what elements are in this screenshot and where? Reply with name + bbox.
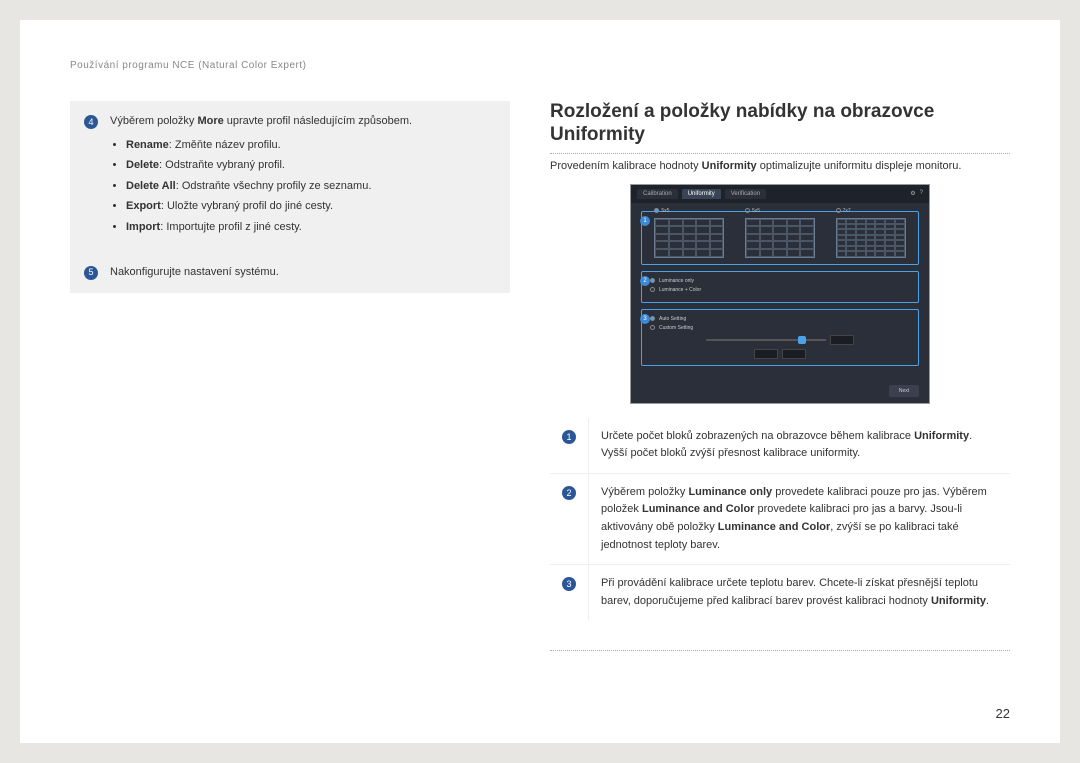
step-5-text: Nakonfigurujte nastavení systému. bbox=[110, 264, 496, 282]
step-4-box: 4 Výběrem položky More upravte profil ná… bbox=[70, 101, 510, 252]
section-intro: Provedením kalibrace hodnoty Uniformity … bbox=[550, 160, 1010, 172]
screenshot-section-3: 3 Auto Setting Custom Setting bbox=[641, 309, 919, 366]
screenshot-body: 1 5x5 5x5 bbox=[631, 203, 929, 380]
callout-1: 1 bbox=[640, 216, 650, 226]
screenshot-container: Calibration Uniformity Verification ⚙ ? … bbox=[550, 184, 1010, 404]
next-button: Next bbox=[889, 385, 919, 397]
callout-2: 2 bbox=[640, 276, 650, 286]
slider bbox=[706, 339, 826, 341]
description-table: 1 Určete počet bloků zobrazených na obra… bbox=[550, 418, 1010, 621]
screenshot-section-2: 2 Luminance only Luminance + Color bbox=[641, 271, 919, 303]
left-column: 4 Výběrem položky More upravte profil ná… bbox=[70, 101, 510, 713]
grid-7x7 bbox=[836, 218, 906, 258]
section-title: Rozložení a položky nabídky na obrazovce… bbox=[550, 101, 1010, 154]
right-column: Rozložení a položky nabídky na obrazovce… bbox=[550, 101, 1010, 713]
step4-intro-pre: Výběrem položky bbox=[110, 115, 197, 127]
two-column-layout: 4 Výběrem položky More upravte profil ná… bbox=[70, 101, 1010, 713]
screenshot-section-1: 1 5x5 5x5 bbox=[641, 211, 919, 265]
grid-5x5-b bbox=[745, 218, 815, 258]
screenshot-top-icons: ⚙ ? bbox=[910, 190, 923, 197]
step-4-badge: 4 bbox=[84, 115, 98, 129]
screenshot-footer: Next bbox=[889, 385, 919, 397]
val-box bbox=[782, 349, 806, 359]
grid-row: 5x5 5x5 7x7 bbox=[650, 218, 910, 258]
row-badge-3: 3 bbox=[562, 577, 576, 591]
tab-calibration: Calibration bbox=[637, 189, 678, 199]
page-header: Používání programu NCE (Natural Color Ex… bbox=[70, 60, 1010, 71]
step4-item: Import: Importujte profil z jiné cesty. bbox=[126, 219, 496, 237]
step-5-badge: 5 bbox=[84, 266, 98, 280]
step4-list: Rename: Změňte název profilu. Delete: Od… bbox=[110, 137, 496, 237]
step4-intro-bold: More bbox=[197, 115, 223, 127]
tab-verification: Verification bbox=[725, 189, 766, 199]
step4-item: Delete: Odstraňte vybraný profil. bbox=[126, 157, 496, 175]
row-3-text: Při provádění kalibrace určete teplotu b… bbox=[589, 565, 1011, 621]
callout-3: 3 bbox=[640, 314, 650, 324]
val-box bbox=[754, 349, 778, 359]
step4-item: Rename: Změňte název profilu. bbox=[126, 137, 496, 155]
table-row: 3 Při provádění kalibrace určete teplotu… bbox=[550, 565, 1010, 621]
step4-item: Delete All: Odstraňte všechny profily ze… bbox=[126, 178, 496, 196]
row-badge-2: 2 bbox=[562, 486, 576, 500]
slider-value bbox=[830, 335, 854, 345]
grid-5x5 bbox=[654, 218, 724, 258]
gear-icon: ⚙ bbox=[910, 190, 915, 197]
table-row: 1 Určete počet bloků zobrazených na obra… bbox=[550, 418, 1010, 474]
step4-intro-post: upravte profil následujícím způsobem. bbox=[224, 115, 412, 127]
step-5-box: 5 Nakonfigurujte nastavení systému. bbox=[70, 252, 510, 294]
document-page: Používání programu NCE (Natural Color Ex… bbox=[20, 20, 1060, 743]
row-badge-1: 1 bbox=[562, 430, 576, 444]
step4-item: Export: Uložte vybraný profil do jiné ce… bbox=[126, 198, 496, 216]
tab-uniformity: Uniformity bbox=[682, 189, 721, 199]
page-number: 22 bbox=[996, 706, 1010, 721]
table-row: 2 Výběrem položky Luminance only provede… bbox=[550, 473, 1010, 564]
step-4-content: Výběrem položky More upravte profil násl… bbox=[110, 113, 496, 240]
screenshot-tabbar: Calibration Uniformity Verification ⚙ ? bbox=[631, 185, 929, 203]
help-icon: ? bbox=[920, 190, 923, 197]
uniformity-screenshot: Calibration Uniformity Verification ⚙ ? … bbox=[630, 184, 930, 404]
row-1-text: Určete počet bloků zobrazených na obrazo… bbox=[589, 418, 1011, 474]
row-2-text: Výběrem položky Luminance only provedete… bbox=[589, 473, 1011, 564]
bottom-divider bbox=[550, 650, 1010, 651]
